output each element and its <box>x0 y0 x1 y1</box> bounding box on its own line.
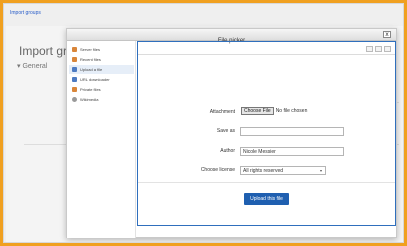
close-icon: x <box>385 31 389 38</box>
file-picker-main: Attachment Choose File No file chosen Sa… <box>137 41 396 226</box>
close-button[interactable]: x <box>383 31 391 38</box>
sidebar-item-label: URL downloader <box>80 77 110 82</box>
sidebar-item-recent-files[interactable]: Recent files <box>69 55 134 64</box>
upload-icon <box>72 67 77 72</box>
dialog-header: File picker x <box>67 29 396 44</box>
recent-icon <box>72 57 77 62</box>
no-file-text: No file chosen <box>275 108 308 114</box>
form-divider <box>138 182 395 183</box>
sidebar-item-label: Upload a file <box>80 67 103 72</box>
sidebar-item-label: Server files <box>80 47 101 52</box>
sidebar-item-private-files[interactable]: Private files <box>69 85 134 94</box>
breadcrumb[interactable]: Import groups <box>10 10 41 16</box>
file-input[interactable]: Choose File No file chosen <box>241 107 307 115</box>
list-view-icon[interactable] <box>375 46 382 52</box>
author-label: Author <box>220 148 235 154</box>
license-select[interactable]: All rights reserved ▾ <box>240 166 326 175</box>
server-icon <box>72 47 77 52</box>
toolbar-divider <box>138 54 395 55</box>
repository-sidebar: Server files Recent files Upload a file … <box>67 41 136 238</box>
wikimedia-icon <box>72 97 77 102</box>
sidebar-item-label: Recent files <box>80 57 101 62</box>
file-picker-dialog: File picker x Server files Recent files … <box>66 28 397 238</box>
save-as-input[interactable] <box>240 127 344 136</box>
view-toggle-group <box>366 46 391 52</box>
screenshot-frame: Import groups Import gr ▾ General File p… <box>3 3 404 243</box>
choose-file-button[interactable]: Choose File <box>241 107 274 115</box>
tree-view-icon[interactable] <box>384 46 391 52</box>
icon-view-icon[interactable] <box>366 46 373 52</box>
sidebar-item-label: Wikimedia <box>80 97 99 102</box>
url-icon <box>72 77 77 82</box>
sidebar-item-server-files[interactable]: Server files <box>69 45 134 54</box>
sidebar-item-url-downloader[interactable]: URL downloader <box>69 75 134 84</box>
sidebar-item-wikimedia[interactable]: Wikimedia <box>69 95 134 104</box>
page-title: Import gr <box>19 44 68 58</box>
section-general[interactable]: ▾ General <box>17 62 47 70</box>
chevron-down-icon: ▾ <box>319 168 322 173</box>
upload-button[interactable]: Upload this file <box>244 193 289 205</box>
private-files-icon <box>72 87 77 92</box>
section-label: General <box>22 63 48 70</box>
author-input[interactable]: Nicole Messier <box>240 147 344 156</box>
attachment-label: Attachment <box>209 109 235 115</box>
license-value: All rights reserved <box>243 168 284 174</box>
save-as-label: Save as <box>216 128 235 134</box>
license-label: Choose license <box>200 167 235 173</box>
chevron-down-icon: ▾ <box>17 63 21 70</box>
sidebar-item-upload-file[interactable]: Upload a file <box>69 65 134 74</box>
sidebar-item-label: Private files <box>80 87 101 92</box>
